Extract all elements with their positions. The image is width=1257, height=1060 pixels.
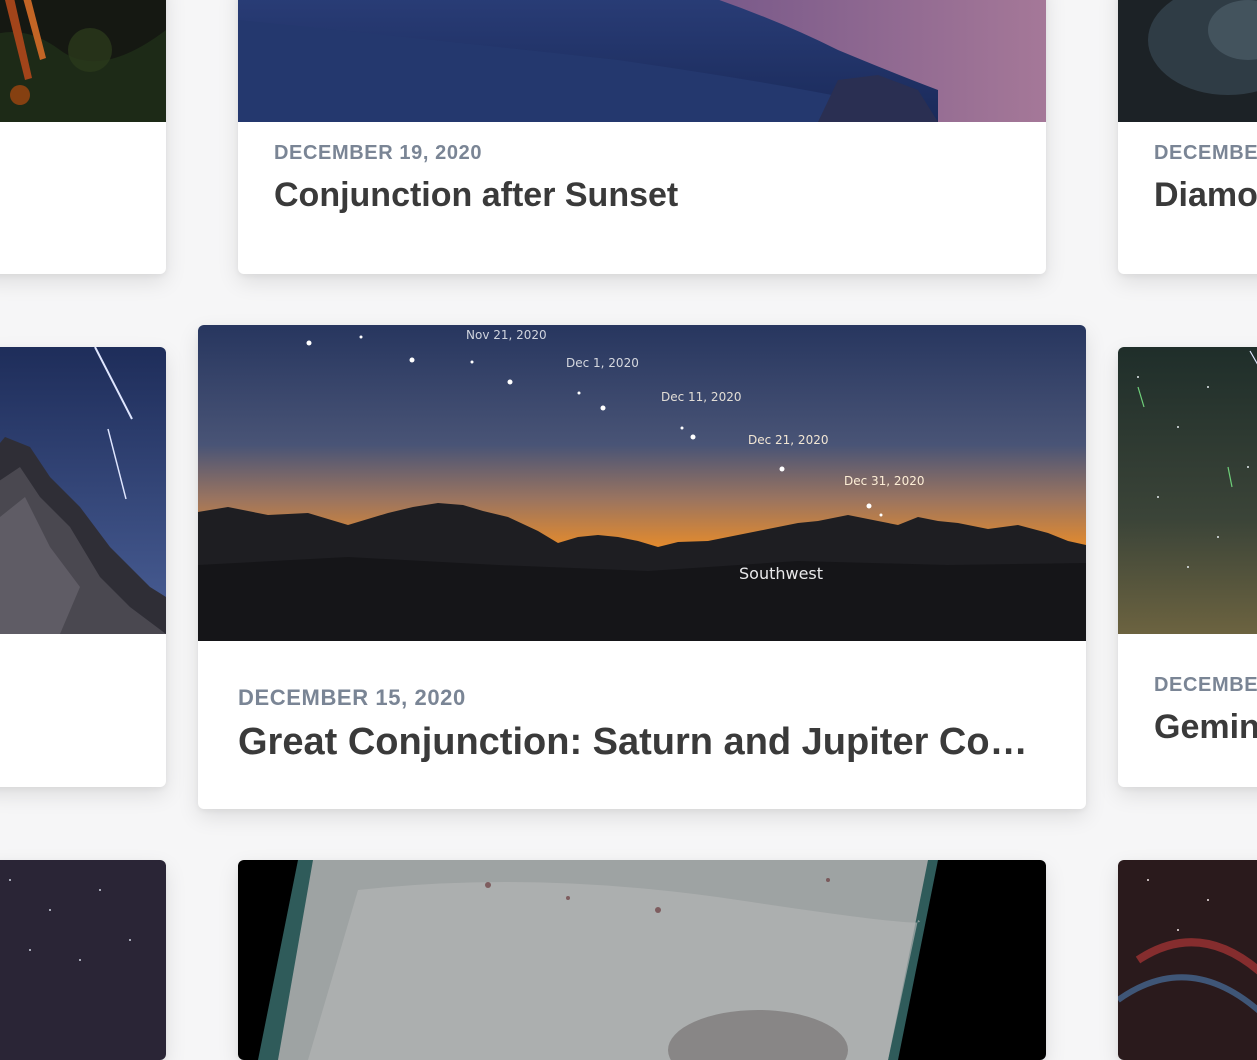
post-image[interactable] (0, 860, 166, 1060)
post-image[interactable] (0, 0, 166, 122)
post-card-bottom-left[interactable] (0, 860, 166, 1060)
post-card-mid-right[interactable]: DECEMBER Gemin (1118, 347, 1257, 787)
post-title[interactable]: Great Conjunction: Saturn and Jupiter Co… (238, 721, 1038, 764)
post-image[interactable] (238, 0, 1046, 122)
post-image[interactable] (0, 347, 166, 634)
image-label-date: Nov 21, 2020 (466, 328, 547, 342)
post-card-featured[interactable]: Nov 21, 2020 Dec 1, 2020 Dec 11, 2020 De… (198, 325, 1086, 809)
post-date: DECEMBER 19, 2020 (274, 142, 483, 164)
image-label-date: Dec 21, 2020 (748, 433, 829, 447)
post-card-bottom-center[interactable] (238, 860, 1046, 1060)
post-card-top-right[interactable]: DECEMBER Diamo (1118, 0, 1257, 274)
image-label-direction: Southwest (739, 564, 824, 583)
post-image[interactable] (1118, 347, 1257, 634)
post-card-mid-left[interactable] (0, 347, 166, 787)
post-card-top-center[interactable]: DECEMBER 19, 2020 Conjunction after Suns… (238, 0, 1046, 274)
post-title[interactable]: Gemin (1154, 708, 1257, 747)
image-label-date: Dec 11, 2020 (661, 390, 742, 404)
post-card-top-left[interactable] (0, 0, 166, 274)
image-label-date: Dec 1, 2020 (566, 356, 639, 370)
post-date: DECEMBER (1154, 674, 1257, 696)
post-image[interactable]: Nov 21, 2020 Dec 1, 2020 Dec 11, 2020 De… (198, 325, 1086, 641)
post-image[interactable] (238, 860, 1046, 1060)
post-date: DECEMBER 15, 2020 (238, 685, 466, 710)
post-date: DECEMBER (1154, 142, 1257, 164)
post-title[interactable]: Conjunction after Sunset (274, 176, 1014, 215)
post-image[interactable] (1118, 860, 1257, 1060)
post-card-bottom-right[interactable] (1118, 860, 1257, 1060)
image-label-date: Dec 31, 2020 (844, 474, 925, 488)
post-title[interactable]: Diamo (1154, 176, 1257, 215)
post-image[interactable] (1118, 0, 1257, 122)
